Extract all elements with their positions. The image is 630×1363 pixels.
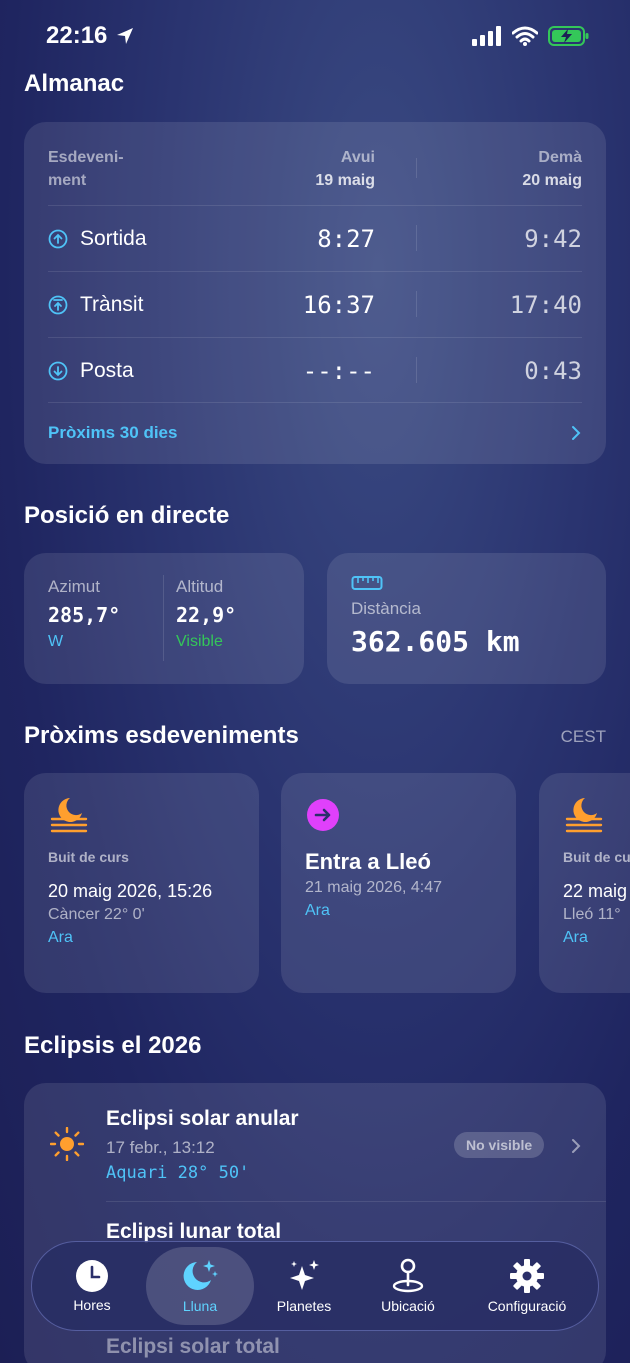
row-divider [416, 225, 417, 251]
row-label: Trànsit [80, 292, 144, 316]
tab-planetes[interactable]: Planetes [254, 1247, 354, 1325]
azimuth-altitude-card: Azimut 285,7° W Altitud 22,9° Visible [24, 553, 304, 684]
set-tomorrow: 0:43 [524, 356, 582, 385]
ruler-icon [351, 576, 383, 590]
sun-icon [50, 1127, 84, 1161]
eclipses-title: Eclipsis el 2026 [24, 1032, 202, 1059]
altitude-value: 22,9° [176, 603, 237, 627]
row-divider [416, 357, 417, 383]
moon-stars-icon [183, 1260, 218, 1290]
event-sub: 21 maig 2026, 4:47 [305, 879, 442, 896]
position-title: Posició en directe [24, 502, 230, 529]
event-now: Ara [48, 929, 73, 946]
event-card[interactable]: Buit de curs 20 maig 2026, 15:26 Càncer … [24, 773, 259, 993]
location-arrow-icon [117, 28, 134, 44]
position-divider [163, 575, 164, 661]
event-sub: Lleó 11° [563, 906, 621, 923]
event-sub: Càncer 22° 0' [48, 906, 145, 923]
col-today-date: 19 maig [315, 172, 375, 189]
sparkles-icon [290, 1260, 319, 1290]
azimuth-direction: W [48, 633, 64, 650]
event-card[interactable]: Buit de cu 22 maig Lleó 11° Ara [539, 773, 630, 993]
event-title: Entra a Lleó [305, 849, 431, 874]
row-label: Posta [80, 358, 134, 382]
altitude-label: Altitud [176, 577, 224, 596]
event-card[interactable]: Entra a Lleó 21 maig 2026, 4:47 Ara [281, 773, 516, 993]
visibility-badge: No visible [454, 1132, 545, 1158]
distance-value: 362.605 km [351, 625, 520, 658]
gear-icon [510, 1259, 544, 1293]
status-bar: 22:16 [46, 18, 590, 54]
distance-label: Distància [351, 599, 421, 618]
timezone-label: CEST [560, 727, 606, 746]
tab-label: Configuració [487, 1298, 567, 1314]
tab-bar: Hores Lluna Planetes Ubicació Configurac… [31, 1241, 599, 1331]
tab-label: Lluna [182, 1298, 218, 1314]
rise-tomorrow: 9:42 [524, 224, 582, 253]
set-today: --:-- [302, 356, 375, 385]
col-today: Avui 19 maig [315, 146, 375, 192]
distance-card: Distància 362.605 km [327, 553, 606, 684]
azimuth-value: 285,7° [48, 603, 121, 627]
event-now: Ara [563, 929, 588, 946]
arrow-right-circle-icon [307, 799, 339, 831]
col-event-label: Esdeveni-ment [48, 149, 124, 189]
event-title: 22 maig [563, 881, 628, 901]
transit-tomorrow: 17:40 [509, 290, 582, 319]
altitude-status: Visible [176, 633, 223, 650]
chevron-right-icon [572, 1139, 581, 1153]
almanac-card: Esdeveni-ment Avui 19 maig Demà 20 maig … [24, 122, 606, 464]
clock-icon [76, 1260, 108, 1292]
almanac-row-transit: Trànsit 16:37 17:40 [48, 271, 582, 337]
status-time: 22:16 [46, 22, 108, 49]
event-now: Ara [305, 902, 330, 919]
eclipse-title: Eclipsi solar total [106, 1335, 280, 1358]
moon-void-icon [50, 798, 88, 833]
altitude-block: Altitud 22,9° Visible [176, 577, 236, 651]
almanac-row-rise: Sortida 8:27 9:42 [48, 205, 582, 271]
eclipse-sign: Aquari 28° 50' [106, 1163, 250, 1183]
col-today-label: Avui [340, 149, 375, 166]
tab-configuracio[interactable]: Configuració [462, 1247, 592, 1325]
azimuth-block: Azimut 285,7° W [48, 577, 120, 651]
wifi-icon [512, 26, 538, 46]
events-title: Pròxims esdeveniments [24, 722, 299, 749]
next-30-days-label: Pròxims 30 dies [48, 422, 178, 442]
status-icons [472, 25, 590, 47]
col-tomorrow-date: 20 maig [522, 172, 582, 189]
almanac-title: Almanac [24, 70, 125, 97]
almanac-row-set: Posta --:-- 0:43 [48, 337, 582, 403]
eclipse-date: 17 febr., 13:12 [106, 1138, 215, 1157]
rise-today: 8:27 [317, 224, 375, 253]
tab-lluna[interactable]: Lluna [146, 1247, 254, 1325]
arrow-up-bar-circle-icon [48, 295, 68, 314]
battery-charging-icon [548, 26, 589, 46]
next-30-days-link[interactable]: Pròxims 30 dies [48, 402, 582, 462]
location-pin-icon [392, 1258, 424, 1293]
eclipse-title: Eclipsi solar anular [106, 1107, 299, 1130]
row-label: Sortida [80, 226, 147, 250]
header-divider [416, 158, 417, 178]
moon-void-icon [565, 798, 603, 833]
status-time-group: 22:16 [46, 22, 135, 50]
tab-label: Planetes [276, 1298, 332, 1314]
tab-label: Ubicació [381, 1298, 435, 1314]
signal-icon [472, 26, 501, 46]
row-divider [416, 291, 417, 317]
arrow-down-circle-icon [48, 361, 68, 380]
event-title: 20 maig 2026, 15:26 [48, 881, 213, 901]
azimuth-label: Azimut [48, 577, 100, 596]
transit-today: 16:37 [302, 290, 375, 319]
eclipse-row[interactable]: Eclipsi solar anular 17 febr., 13:12 Aqu… [24, 1083, 606, 1201]
tab-hores[interactable]: Hores [38, 1247, 146, 1325]
chevron-right-icon [572, 425, 581, 440]
event-label: Buit de curs [48, 849, 129, 865]
almanac-header: Esdeveni-ment Avui 19 maig Demà 20 maig [48, 146, 582, 198]
tab-label: Hores [73, 1297, 111, 1313]
arrow-up-circle-icon [48, 229, 68, 248]
col-tomorrow: Demà 20 maig [522, 146, 582, 192]
col-tomorrow-label: Demà [538, 149, 582, 166]
tab-ubicacio[interactable]: Ubicació [354, 1247, 462, 1325]
event-label: Buit de cu [563, 849, 630, 865]
